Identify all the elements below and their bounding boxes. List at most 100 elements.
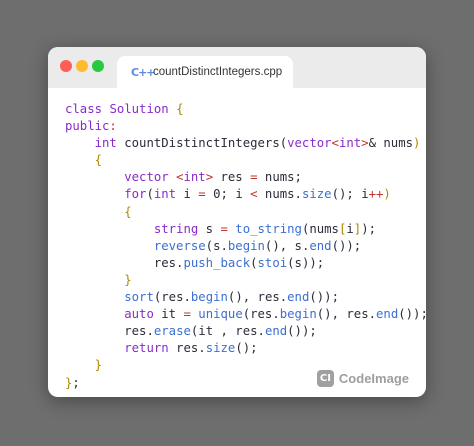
code-token: for <box>124 187 147 202</box>
code-token: ( <box>250 255 258 270</box>
code-token: i <box>346 221 354 236</box>
code-window: C++ countDistinctIntegers.cpp class Solu… <box>48 47 426 397</box>
code-line: { <box>65 152 426 169</box>
code-line: public: <box>65 118 426 135</box>
code-line: res.erase(it , res.end()); <box>65 323 426 340</box>
code-token: erase <box>153 324 191 339</box>
code-token: = <box>250 170 258 185</box>
code-token: (s. <box>205 238 228 253</box>
code-line: int countDistinctIntegers(vector<int>& n… <box>65 135 426 152</box>
code-token: : <box>109 119 117 134</box>
code-token: ()); <box>331 238 362 253</box>
code-token: it <box>153 307 184 322</box>
code-token: ) <box>413 136 421 151</box>
code-token: (s)); <box>287 255 325 270</box>
code-token: (res. <box>242 307 280 322</box>
code-token: } <box>124 272 132 287</box>
code-line: string s = to_string(nums[i]); <box>65 221 426 238</box>
code-token: res. <box>124 324 154 339</box>
code-token: end <box>376 307 399 322</box>
minimize-window-button[interactable] <box>76 60 88 72</box>
code-token: { <box>94 153 103 168</box>
code-block: class Solution {public: int countDistinc… <box>65 101 426 392</box>
code-token: < <box>250 187 258 202</box>
code-token: res. <box>168 341 206 356</box>
code-token: Solution <box>109 102 169 116</box>
code-token: > <box>361 136 369 151</box>
code-token: push_back <box>183 255 251 270</box>
code-token: & nums <box>368 136 413 151</box>
code-token: string <box>153 221 199 236</box>
code-line: reverse(s.begin(), s.end()); <box>65 238 426 255</box>
file-tab[interactable]: C++ countDistinctIntegers.cpp <box>117 56 293 88</box>
code-token: 0; i <box>205 187 251 202</box>
code-token: (res. <box>153 290 191 305</box>
code-token: } <box>94 358 103 373</box>
code-token: end <box>309 238 332 253</box>
code-token: ++ <box>368 187 384 202</box>
code-token: i <box>176 187 199 202</box>
code-token: ()); <box>398 307 426 322</box>
code-token: ); <box>361 221 376 236</box>
code-line: auto it = unique(res.begin(), res.end())… <box>65 306 426 323</box>
cpp-file-icon: C++ <box>131 65 156 79</box>
code-token: int <box>183 170 206 185</box>
code-token: ; <box>72 375 80 390</box>
code-line: { <box>65 204 426 221</box>
code-token: ( <box>146 187 154 202</box>
code-line: return res.size(); <box>65 340 426 357</box>
window-titlebar: C++ countDistinctIntegers.cpp <box>48 47 426 88</box>
code-token: s <box>198 221 221 236</box>
code-token: ()); <box>287 324 317 339</box>
code-token: begin <box>279 307 317 322</box>
close-window-button[interactable] <box>60 60 72 72</box>
code-token: return <box>124 341 169 356</box>
code-line: vector <int> res = nums; <box>65 169 426 186</box>
code-token: nums; <box>257 170 302 185</box>
code-token: reverse <box>153 238 206 253</box>
code-token: auto <box>124 307 154 322</box>
codeimage-label: CodeImage <box>338 371 409 386</box>
code-token: begin <box>227 238 265 253</box>
code-token: (it , res. <box>190 324 265 339</box>
code-token: = <box>198 187 206 202</box>
code-token: class <box>65 102 103 116</box>
code-token: > <box>205 170 214 185</box>
code-token: begin <box>190 290 228 305</box>
code-token: nums. <box>257 187 302 202</box>
code-token: (), res. <box>227 290 288 305</box>
code-token: vector <box>124 170 169 185</box>
code-token: < <box>331 136 339 151</box>
code-token: end <box>287 290 310 305</box>
code-token: (); <box>235 341 258 356</box>
code-token: ) <box>383 187 391 202</box>
code-token: to_string <box>235 221 302 236</box>
code-token: ()); <box>309 290 339 305</box>
maximize-window-button[interactable] <box>92 60 104 72</box>
code-token: countDistinctIntegers( <box>116 136 288 151</box>
code-token: (), s. <box>264 238 310 253</box>
code-line: for(int i = 0; i < nums.size(); i++) <box>65 186 426 203</box>
code-line: } <box>65 272 426 289</box>
code-token: int <box>338 136 362 151</box>
code-token: size <box>205 341 236 356</box>
code-line: class Solution { <box>65 101 426 118</box>
code-token: size <box>301 187 332 202</box>
code-token: unique <box>198 307 243 322</box>
code-token: = <box>220 221 228 236</box>
code-token: res <box>213 170 251 185</box>
codeimage-brand: CI CodeImage <box>316 370 409 387</box>
